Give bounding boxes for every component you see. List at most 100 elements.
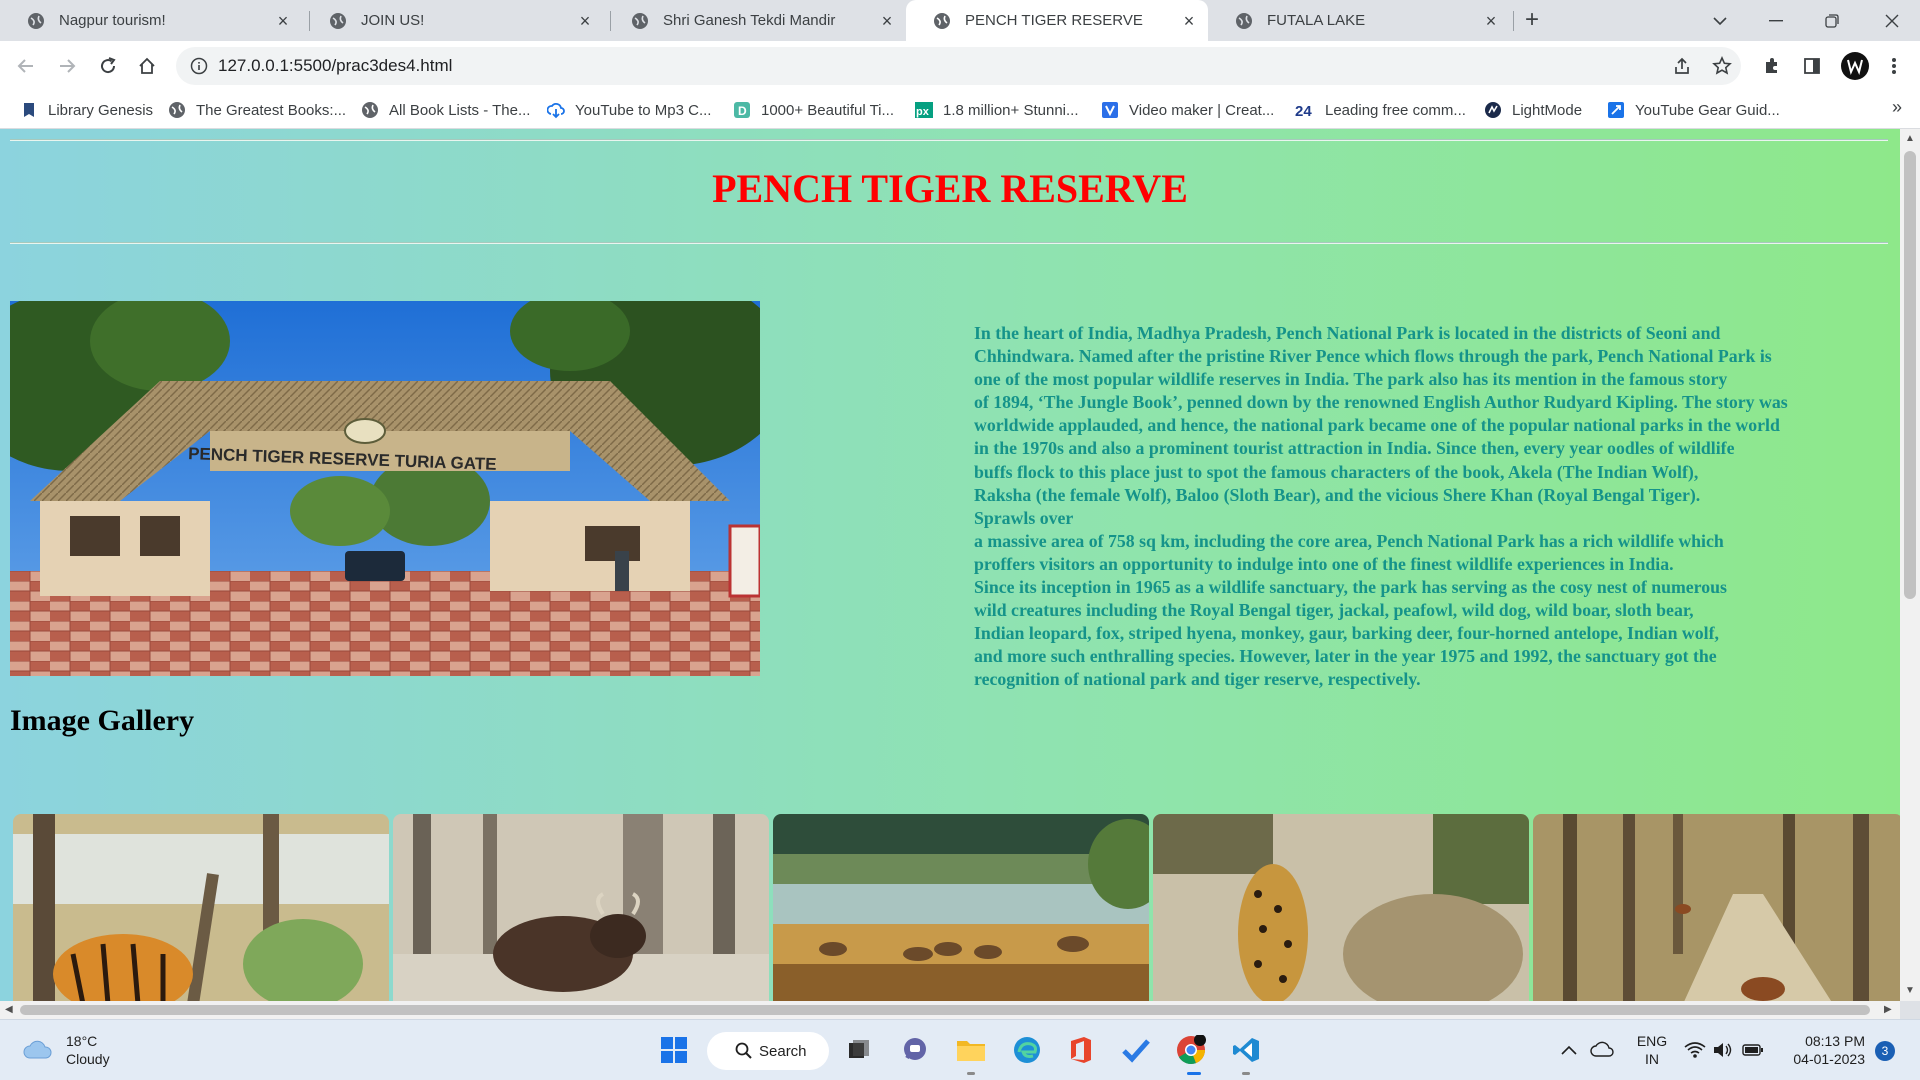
bookmark-beautiful-ti[interactable]: D 1000+ Beautiful Ti... bbox=[733, 100, 894, 120]
vscode-icon[interactable] bbox=[1229, 1033, 1263, 1067]
back-arrow-icon[interactable] bbox=[14, 54, 38, 78]
tab-nagpur-tourism[interactable]: Nagpur tourism! × bbox=[0, 0, 302, 41]
tab-title: Nagpur tourism! bbox=[59, 12, 166, 29]
bookmark-star-icon[interactable] bbox=[1710, 54, 1734, 78]
extensions-puzzle-icon[interactable] bbox=[1760, 54, 1784, 78]
tab-search-chevron-icon[interactable] bbox=[1692, 0, 1748, 41]
tab-title: JOIN US! bbox=[361, 12, 425, 29]
office-icon[interactable] bbox=[1064, 1033, 1098, 1067]
gallery-image-tiger[interactable] bbox=[13, 814, 389, 1001]
bookmark-label: 1.8 million+ Stunni... bbox=[943, 101, 1079, 119]
tab-title: Shri Ganesh Tekdi Mandir bbox=[663, 12, 836, 29]
bookmark-label: Leading free comm... bbox=[1325, 101, 1466, 119]
new-tab-plus-icon[interactable]: + bbox=[1520, 8, 1544, 33]
bookmark-video-maker[interactable]: Video maker | Creat... bbox=[1101, 100, 1274, 120]
more-bookmarks-chevron-icon[interactable]: » bbox=[1892, 97, 1902, 118]
reload-icon[interactable] bbox=[96, 54, 120, 78]
show-hidden-icons-chevron-icon[interactable] bbox=[1557, 1033, 1581, 1067]
vertical-scroll-thumb[interactable] bbox=[1904, 151, 1916, 599]
side-panel-icon[interactable] bbox=[1800, 54, 1824, 78]
gallery-image-deer-lake[interactable] bbox=[773, 814, 1149, 1001]
menu-kebab-icon[interactable] bbox=[1882, 54, 1906, 78]
chrome-icon[interactable] bbox=[1174, 1033, 1208, 1067]
region-code: IN bbox=[1645, 1051, 1659, 1067]
bookmark-leading-free[interactable]: 24 Leading free comm... bbox=[1293, 100, 1466, 120]
scroll-up-arrow-icon[interactable]: ▲ bbox=[1905, 133, 1915, 144]
bookmark-youtube-to-mp3[interactable]: YouTube to Mp3 C... bbox=[547, 100, 711, 120]
clock[interactable]: 08:13 PM 04-01-2023 bbox=[1775, 1020, 1865, 1080]
globe-icon bbox=[1236, 12, 1252, 29]
gallery-image-forest-road[interactable] bbox=[1533, 814, 1900, 1001]
todo-check-icon[interactable] bbox=[1119, 1033, 1153, 1067]
notification-badge[interactable]: 3 bbox=[1875, 1041, 1895, 1061]
globe-icon bbox=[330, 12, 346, 29]
language-code: ENG bbox=[1636, 1033, 1668, 1049]
share-icon[interactable] bbox=[1670, 54, 1694, 78]
vertical-scrollbar[interactable]: ▲ ▼ bbox=[1900, 129, 1920, 1001]
bookmark-lightmode[interactable]: LightMode bbox=[1484, 100, 1582, 120]
horizontal-scroll-thumb[interactable] bbox=[20, 1005, 1870, 1015]
close-window-icon[interactable] bbox=[1864, 0, 1920, 41]
horizontal-scrollbar[interactable]: ◀ ▶ bbox=[0, 1001, 1900, 1019]
browser-toolbar: 127.0.0.1:5500/prac3des4.html bbox=[0, 41, 1920, 91]
weather-temp: 18°C bbox=[66, 1033, 98, 1049]
task-view-icon[interactable] bbox=[842, 1033, 876, 1067]
bookmark-greatest-books[interactable]: The Greatest Books:... bbox=[168, 100, 346, 120]
gallery-image-leopard[interactable] bbox=[1153, 814, 1529, 1001]
bookmark-library-genesis[interactable]: Library Genesis bbox=[20, 100, 153, 120]
scroll-right-arrow-icon[interactable]: ▶ bbox=[1884, 1004, 1892, 1015]
edge-browser-icon[interactable] bbox=[1010, 1033, 1044, 1067]
info-icon[interactable] bbox=[190, 57, 208, 75]
language-indicator[interactable]: ENG IN bbox=[1632, 1020, 1672, 1080]
windows-start-icon[interactable] bbox=[657, 1033, 691, 1067]
taskbar-search[interactable]: Search bbox=[707, 1032, 829, 1070]
tab-futala-lake[interactable]: FUTALA LAKE × bbox=[1208, 0, 1510, 41]
volume-icon[interactable] bbox=[1710, 1033, 1736, 1067]
tab-pench-tiger-reserve[interactable]: PENCH TIGER RESERVE × bbox=[906, 0, 1208, 41]
minimize-icon[interactable] bbox=[1748, 0, 1804, 41]
tab-title: FUTALA LAKE bbox=[1267, 12, 1366, 29]
gallery-heading: Image Gallery bbox=[10, 704, 195, 737]
close-icon[interactable]: × bbox=[878, 12, 896, 30]
top-rule bbox=[10, 139, 1888, 141]
forward-arrow-icon[interactable] bbox=[55, 54, 79, 78]
scroll-left-arrow-icon[interactable]: ◀ bbox=[5, 1004, 13, 1015]
profile-avatar[interactable] bbox=[1840, 51, 1870, 81]
restore-icon[interactable] bbox=[1804, 0, 1860, 41]
close-icon[interactable]: × bbox=[576, 12, 594, 30]
tab-separator bbox=[1513, 11, 1514, 31]
close-icon[interactable]: × bbox=[1482, 12, 1500, 30]
bookmark-label: All Book Lists - The... bbox=[389, 101, 531, 119]
tab-join-us[interactable]: JOIN US! × bbox=[302, 0, 604, 41]
clock-date: 04-01-2023 bbox=[1793, 1051, 1865, 1067]
clock-time: 08:13 PM bbox=[1805, 1033, 1865, 1049]
tab-strip: Nagpur tourism! × JOIN US! × Shri Ganesh… bbox=[0, 0, 1920, 41]
close-icon[interactable]: × bbox=[274, 12, 292, 30]
file-explorer-icon[interactable] bbox=[954, 1033, 988, 1067]
address-bar[interactable]: 127.0.0.1:5500/prac3des4.html bbox=[176, 47, 1741, 85]
bookmark-label: 1000+ Beautiful Ti... bbox=[761, 101, 895, 119]
weather-widget[interactable]: 18°C Cloudy bbox=[22, 1032, 110, 1068]
bookmark-label: YouTube to Mp3 C... bbox=[575, 101, 712, 119]
home-icon[interactable] bbox=[135, 54, 159, 78]
bookmark-youtube-gear[interactable]: YouTube Gear Guid... bbox=[1607, 100, 1780, 120]
svg-text:D: D bbox=[738, 104, 747, 118]
gallery-image-gaur[interactable] bbox=[393, 814, 769, 1001]
article-text: In the heart of India, Madhya Pradesh, P… bbox=[974, 322, 1894, 692]
lightmode-icon bbox=[1485, 102, 1501, 118]
bookmark-all-book-lists[interactable]: All Book Lists - The... bbox=[361, 100, 530, 120]
teams-chat-icon[interactable] bbox=[898, 1033, 932, 1067]
page-viewport: PENCH TIGER RESERVE PENCH TIGER RESERVE … bbox=[0, 129, 1900, 1001]
close-icon[interactable]: × bbox=[1180, 12, 1198, 30]
bookmark-stunning[interactable]: px 1.8 million+ Stunni... bbox=[915, 100, 1079, 120]
onedrive-sync-icon[interactable] bbox=[1588, 1033, 1616, 1067]
wifi-icon[interactable] bbox=[1682, 1033, 1708, 1067]
scroll-down-arrow-icon[interactable]: ▼ bbox=[1905, 985, 1915, 996]
d-icon: D bbox=[734, 102, 750, 118]
px-icon: px bbox=[915, 102, 933, 118]
tab-shri-ganesh-tekdi-mandir[interactable]: Shri Ganesh Tekdi Mandir × bbox=[604, 0, 906, 41]
url-text: 127.0.0.1:5500/prac3des4.html bbox=[218, 56, 453, 75]
battery-icon[interactable] bbox=[1740, 1033, 1766, 1067]
page-title: PENCH TIGER RESERVE bbox=[712, 166, 1188, 211]
globe-icon bbox=[169, 102, 185, 118]
